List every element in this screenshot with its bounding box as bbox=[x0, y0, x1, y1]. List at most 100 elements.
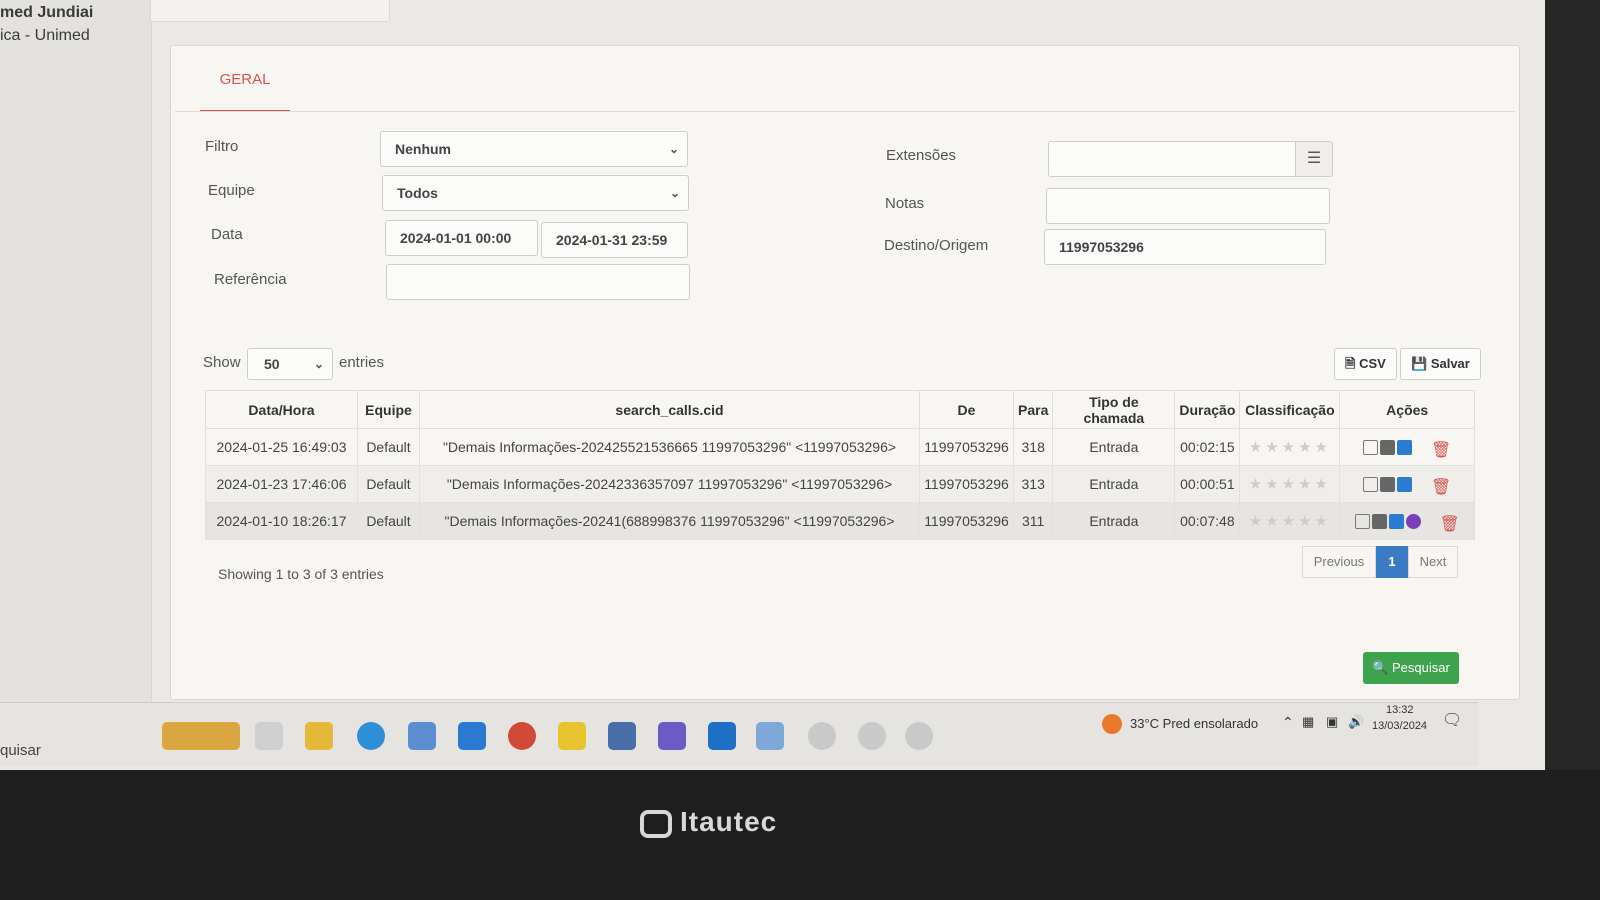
folder-icon[interactable] bbox=[305, 722, 333, 750]
taskbar-search[interactable]: quisar bbox=[0, 742, 41, 759]
star-icon[interactable]: ★★★★★ bbox=[1249, 513, 1331, 530]
note-icon[interactable] bbox=[1354, 514, 1370, 530]
edit-icon[interactable] bbox=[1397, 477, 1413, 493]
list-icon[interactable]: ☰ bbox=[1295, 141, 1333, 177]
notas-label: Notas bbox=[885, 195, 925, 212]
col-header[interactable]: Duração bbox=[1174, 390, 1241, 429]
pagination-page[interactable]: 1 bbox=[1376, 546, 1408, 578]
flag-icon[interactable] bbox=[1380, 477, 1396, 493]
destino-input[interactable]: 11997053296 bbox=[1044, 229, 1326, 265]
col-header[interactable]: De bbox=[919, 390, 1014, 429]
filtro-select[interactable]: Nenhum ⌄ bbox=[380, 131, 688, 167]
entries-select[interactable]: 50 ⌄ bbox=[247, 348, 333, 380]
col-header[interactable]: Data/Hora bbox=[205, 390, 358, 429]
equipe-label: Equipe bbox=[208, 182, 255, 199]
destino-label: Destino/Origem bbox=[884, 237, 989, 254]
cell-datetime: 2024-01-23 17:46:06 bbox=[205, 465, 358, 503]
display-icon[interactable]: ▣ bbox=[1326, 714, 1338, 730]
salvar-label: Salvar bbox=[1430, 356, 1470, 371]
referencia-input[interactable] bbox=[386, 264, 690, 300]
outlook-icon[interactable] bbox=[708, 722, 736, 750]
col-header[interactable]: search_calls.cid bbox=[419, 390, 920, 429]
note-icon[interactable] bbox=[1363, 477, 1379, 493]
sticky-notes-icon[interactable] bbox=[558, 722, 586, 750]
cell-tipo: Entrada bbox=[1052, 428, 1176, 466]
table-row[interactable]: 2024-01-10 18:26:17 Default "Demais Info… bbox=[205, 502, 1475, 540]
cell-actions: 🗑 bbox=[1339, 502, 1475, 540]
show-label: Show bbox=[203, 354, 241, 371]
play-icon[interactable] bbox=[1405, 514, 1421, 530]
mail-icon[interactable] bbox=[458, 722, 486, 750]
softphone-icon[interactable] bbox=[858, 722, 886, 750]
table-row[interactable]: 2024-01-25 16:49:03 Default "Demais Info… bbox=[205, 428, 1475, 466]
landscape-icon[interactable] bbox=[162, 722, 240, 750]
brand-text: Itautec bbox=[680, 806, 778, 837]
teams-icon[interactable] bbox=[658, 722, 686, 750]
col-header[interactable]: Para bbox=[1012, 390, 1054, 429]
cell-de: 11997053296 bbox=[919, 502, 1014, 540]
chrome-icon[interactable] bbox=[508, 722, 536, 750]
star-icon[interactable]: ★★★★★ bbox=[1249, 439, 1331, 456]
calls-table: Data/Hora Equipe search_calls.cid De Par… bbox=[205, 390, 1475, 540]
table-row[interactable]: 2024-01-23 17:46:06 Default "Demais Info… bbox=[205, 465, 1475, 503]
salvar-button[interactable]: 💾 Salvar bbox=[1400, 348, 1481, 380]
sidebar: med Jundiai ica - Unimed bbox=[0, 0, 152, 720]
edit-icon[interactable] bbox=[1397, 440, 1413, 456]
col-header: Ações bbox=[1339, 390, 1475, 429]
pesquisar-button[interactable]: 🔍 Pesquisar bbox=[1363, 652, 1459, 684]
rating-stars[interactable]: ★★★★★ bbox=[1239, 428, 1341, 466]
clock-date[interactable]: 13/03/2024 bbox=[1372, 720, 1427, 732]
notas-input[interactable] bbox=[1046, 188, 1330, 224]
itautec-logo-icon bbox=[640, 809, 672, 838]
cell-actions: 🗑 bbox=[1339, 428, 1475, 466]
trash-icon[interactable]: 🗑 bbox=[1440, 514, 1460, 533]
top-tab[interactable] bbox=[150, 0, 390, 22]
task-view-icon[interactable] bbox=[255, 722, 283, 750]
tab-geral[interactable]: GERAL bbox=[200, 70, 290, 112]
star-icon[interactable]: ★★★★★ bbox=[1249, 476, 1331, 493]
table-header-row: Data/Hora Equipe search_calls.cid De Par… bbox=[205, 390, 1475, 429]
softphone-icon[interactable] bbox=[808, 722, 836, 750]
extensoes-label: Extensões bbox=[886, 147, 957, 164]
csv-button[interactable]: 🗎 CSV bbox=[1334, 348, 1397, 380]
remote-desktop-icon[interactable] bbox=[608, 722, 636, 750]
trash-icon[interactable]: 🗑 bbox=[1431, 477, 1451, 496]
data-label: Data bbox=[211, 226, 243, 243]
pagination-next[interactable]: Next bbox=[1408, 546, 1458, 578]
store-icon[interactable] bbox=[408, 722, 436, 750]
filtro-value: Nenhum bbox=[395, 141, 451, 157]
chevron-up-icon[interactable]: ⌃ bbox=[1282, 714, 1294, 731]
notification-icon[interactable]: 🗨 bbox=[1442, 710, 1462, 730]
search-icon: 🔍 bbox=[1372, 660, 1389, 675]
note-icon[interactable] bbox=[1363, 440, 1379, 456]
app-icon[interactable] bbox=[756, 722, 784, 750]
sidebar-user: med Jundiai bbox=[0, 4, 94, 21]
save-icon: 💾 bbox=[1411, 356, 1428, 371]
pesquisar-label: Pesquisar bbox=[1392, 660, 1450, 675]
trash-icon[interactable]: 🗑 bbox=[1431, 440, 1451, 459]
equipe-select[interactable]: Todos ⌄ bbox=[382, 175, 689, 211]
date-start-input[interactable]: 2024-01-01 00:00 bbox=[385, 220, 538, 256]
rating-stars[interactable]: ★★★★★ bbox=[1239, 502, 1341, 540]
softphone-icon[interactable] bbox=[905, 722, 933, 750]
cell-para: 313 bbox=[1012, 465, 1054, 503]
col-header[interactable]: Equipe bbox=[357, 390, 420, 429]
date-end-input[interactable]: 2024-01-31 23:59 bbox=[541, 222, 688, 258]
col-header[interactable]: Classificação bbox=[1239, 390, 1341, 429]
clock-time[interactable]: 13:32 bbox=[1386, 704, 1414, 716]
pagination-previous[interactable]: Previous bbox=[1302, 546, 1376, 578]
col-header[interactable]: Tipo de chamada bbox=[1052, 390, 1176, 429]
rating-stars[interactable]: ★★★★★ bbox=[1239, 465, 1341, 503]
extensoes-input[interactable] bbox=[1048, 141, 1296, 177]
flag-icon[interactable] bbox=[1380, 440, 1396, 456]
network-icon[interactable]: ▦ bbox=[1302, 714, 1314, 730]
edge-icon[interactable] bbox=[357, 722, 385, 750]
weather-text[interactable]: 33°C Pred ensolarado bbox=[1130, 716, 1258, 731]
monitor-bezel-right bbox=[1545, 0, 1600, 900]
weather-icon[interactable] bbox=[1102, 714, 1122, 734]
flag-icon[interactable] bbox=[1371, 514, 1387, 530]
volume-icon[interactable]: 🔊 bbox=[1348, 714, 1364, 730]
edit-icon[interactable] bbox=[1388, 514, 1404, 530]
cell-cid: "Demais Informações-202425521536665 1199… bbox=[419, 428, 920, 466]
cell-tipo: Entrada bbox=[1052, 502, 1176, 540]
